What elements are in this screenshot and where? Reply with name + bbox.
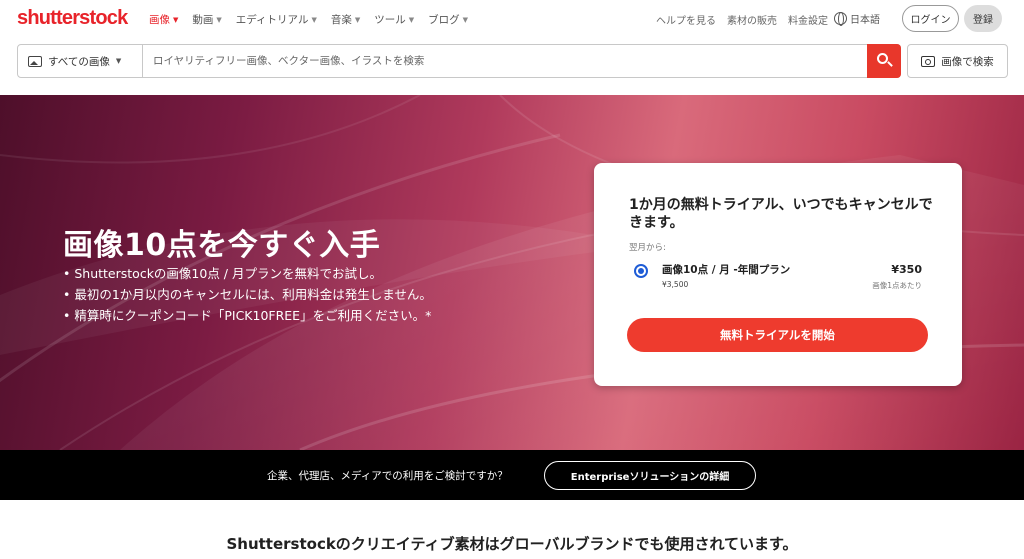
benefit-item: • 精算時にクーポンコード「PICK10FREE」をご利用ください。* — [63, 308, 432, 323]
nav-label: ブログ — [428, 14, 460, 26]
chevron-down-icon: ▼ — [115, 57, 122, 65]
free-trial-card: 1か月の無料トライアル、いつでもキャンセルできます。 翌月から: 画像10点 /… — [594, 163, 962, 386]
shutterstock-logo[interactable]: shutterstock — [17, 7, 128, 30]
globe-icon — [834, 12, 847, 26]
signup-button[interactable]: 登録 — [964, 5, 1002, 32]
plan-radio[interactable] — [634, 264, 648, 278]
chevron-down-icon: ▼ — [462, 15, 469, 24]
search-input[interactable] — [143, 45, 867, 77]
enterprise-bar: 企業、代理店、メディアでの利用をご検討ですか？ Enterpriseソリューショ… — [0, 450, 1024, 500]
search-type-label: すべての画像 — [48, 55, 110, 68]
benefit-item: • 最初の1か月以内のキャンセルには、利用料金は発生しません。 — [63, 287, 432, 302]
hero-benefits-list: • Shutterstockの画像10点 / 月プランを無料でお試し。 • 最初… — [63, 263, 432, 326]
help-link[interactable]: ヘルプを見る — [656, 12, 716, 27]
chevron-down-icon: ▼ — [354, 15, 361, 24]
chevron-down-icon: ▼ — [173, 15, 179, 24]
card-subtitle: 翌月から: — [629, 243, 666, 253]
nav-item-images[interactable]: 画像 ▼ — [149, 12, 178, 27]
search-bar: すべての画像 ▼ — [17, 44, 901, 78]
nav-item-blog[interactable]: ブログ ▼ — [428, 12, 468, 27]
card-title: 1か月の無料トライアル、いつでもキャンセルできます。 — [629, 197, 933, 231]
enterprise-text: 企業、代理店、メディアでの利用をご検討ですか？ — [267, 470, 508, 482]
nav-label: エディトリアル — [235, 14, 309, 26]
language-selector[interactable]: 日本語 — [834, 11, 880, 26]
nav-item-music[interactable]: 音楽 ▼ — [331, 12, 360, 27]
search-button[interactable] — [867, 44, 901, 78]
enterprise-solutions-button[interactable]: Enterpriseソリューションの詳細 — [544, 461, 756, 490]
login-button[interactable]: ログイン — [902, 5, 959, 32]
image-search-button[interactable]: 画像で検索 — [907, 44, 1008, 78]
language-label: 日本語 — [850, 15, 880, 26]
search-icon-handle — [887, 61, 893, 67]
benefit-item: • Shutterstockの画像10点 / 月プランを無料でお試し。 — [63, 266, 382, 281]
chevron-down-icon: ▼ — [408, 15, 415, 24]
nav-label: 音楽 — [330, 14, 352, 26]
start-free-trial-button[interactable]: 無料トライアルを開始 — [627, 318, 928, 352]
nav-label: 画像 — [149, 14, 170, 26]
chevron-down-icon: ▼ — [216, 15, 222, 24]
plan-original-price: ¥3,500 — [662, 280, 689, 289]
nav-item-video[interactable]: 動画 ▼ — [192, 12, 221, 27]
pricing-link[interactable]: 料金設定 — [788, 12, 828, 27]
image-search-label: 画像で検索 — [941, 55, 994, 68]
utility-links: ヘルプを見る 素材の販売 料金設定 — [656, 12, 828, 27]
plan-per-image: 画像1点あたり — [872, 281, 922, 290]
search-type-dropdown[interactable]: すべての画像 ▼ — [18, 45, 143, 77]
nav-label: 動画 — [192, 14, 214, 26]
nav-label: ツール — [374, 14, 406, 26]
sell-content-link[interactable]: 素材の販売 — [727, 12, 777, 27]
nav-item-tools[interactable]: ツール ▼ — [374, 12, 414, 27]
plan-name[interactable]: 画像10点 / 月 -年間プラン — [662, 262, 790, 277]
image-icon — [28, 55, 42, 67]
main-nav: 画像 ▼ 動画 ▼ エディトリアル ▼ 音楽 ▼ ツール ▼ ブログ ▼ — [149, 12, 468, 27]
section-title: Shutterstockのクリエイティブ素材はグローバルブランドでも使用されてい… — [226, 535, 798, 553]
plan-price: ¥350 — [891, 263, 922, 276]
hero-banner: 画像10点を今すぐ入手 • Shutterstockの画像10点 / 月プランを… — [0, 95, 1024, 450]
nav-item-editorial[interactable]: エディトリアル ▼ — [236, 12, 317, 27]
chevron-down-icon: ▼ — [311, 15, 317, 24]
hero-title: 画像10点を今すぐ入手 — [63, 228, 381, 263]
camera-icon — [921, 55, 936, 67]
top-navigation: shutterstock 画像 ▼ 動画 ▼ エディトリアル ▼ 音楽 ▼ ツール ▼ ブ… — [0, 0, 1024, 38]
